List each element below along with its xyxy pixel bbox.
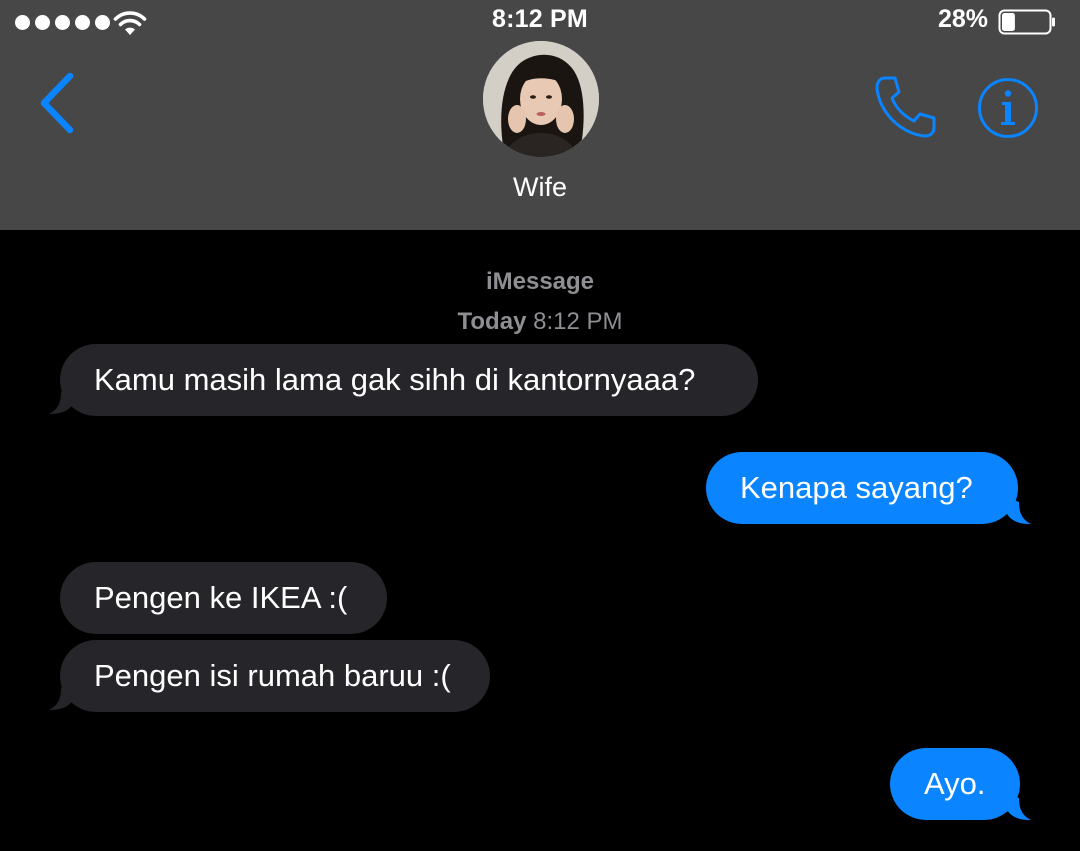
message-bubble-outgoing[interactable]: Ayo. <box>890 748 1020 820</box>
message-bubble-incoming[interactable]: Kamu masih lama gak sihh di kantornyaaa? <box>60 344 758 416</box>
contact-avatar[interactable] <box>483 41 599 157</box>
info-icon <box>978 78 1038 138</box>
battery-percentage: 28% <box>937 5 988 33</box>
battery-icon <box>998 9 1055 35</box>
timestamp-day: Today <box>457 308 527 335</box>
call-button[interactable] <box>873 74 939 140</box>
timestamp-time: 8:12 PM <box>533 308 623 335</box>
bubble-tail-incoming <box>49 386 75 414</box>
message-bubble-incoming[interactable]: Pengen isi rumah baruu :( <box>60 640 490 712</box>
message-bubble-outgoing[interactable]: Kenapa sayang? <box>706 452 1018 524</box>
avatar-photo <box>483 41 599 157</box>
phone-icon <box>875 76 936 138</box>
bubble-tail-outgoing <box>1005 496 1031 524</box>
status-bar: 8:12 PM 28% <box>0 0 1080 44</box>
contact-name[interactable]: Wife <box>0 172 1080 203</box>
conversation-header: 8:12 PM 28% Wife <box>0 0 1080 230</box>
battery-level <box>1002 13 1015 31</box>
bubble-tail-incoming <box>49 682 75 710</box>
message-bubble-incoming[interactable]: Pengen ke IKEA :( <box>60 562 387 634</box>
info-button[interactable] <box>976 76 1040 140</box>
status-time: 8:12 PM <box>492 5 588 33</box>
service-label: iMessage <box>485 268 595 295</box>
bubble-tail-outgoing <box>1005 792 1031 820</box>
thread-timestamp: Today 8:12 PM <box>0 308 1080 336</box>
back-button[interactable] <box>30 68 82 138</box>
chevron-left-icon <box>40 72 74 134</box>
